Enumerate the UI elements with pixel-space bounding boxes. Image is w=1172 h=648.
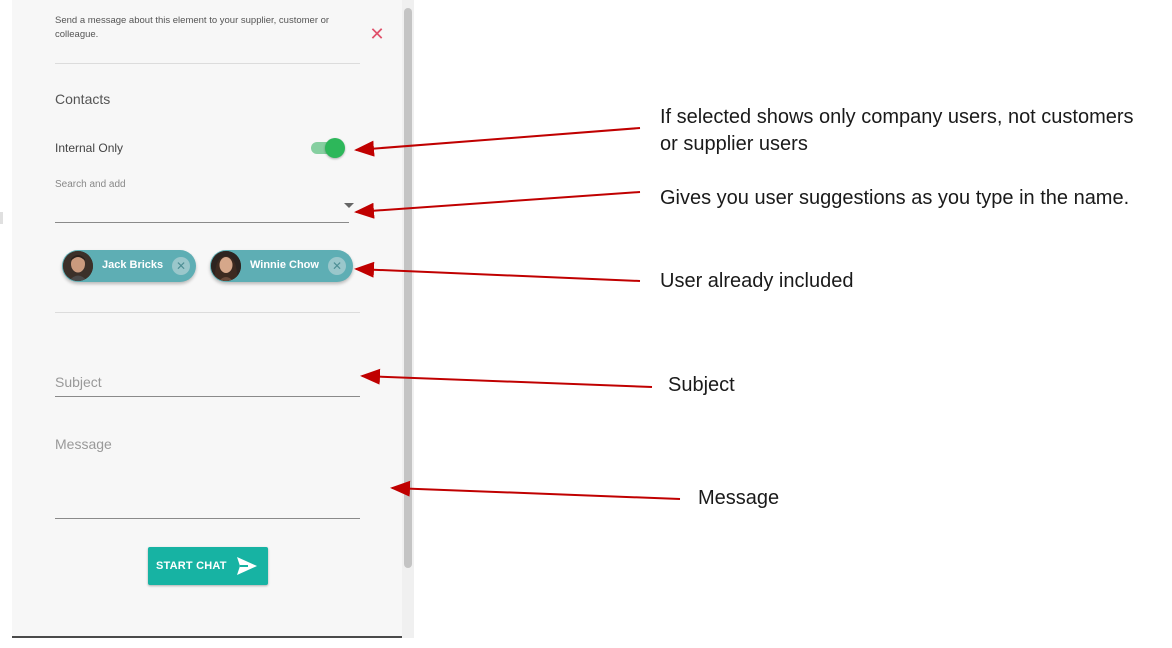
annotation-subject: Subject xyxy=(668,374,735,396)
annotation-search: Gives you user suggestions as you type i… xyxy=(660,187,1130,209)
arrow-subject xyxy=(360,368,653,388)
annotation-chips: User already included xyxy=(660,270,854,292)
annotation-arrows xyxy=(354,127,681,500)
arrow-message xyxy=(390,480,681,500)
arrow-search xyxy=(354,191,641,219)
annotation-message: Message xyxy=(698,487,780,509)
arrow-chips xyxy=(354,261,641,282)
annotation-internal-only: If selected shows only company users, no… xyxy=(660,106,1134,155)
arrow-internal-only xyxy=(354,127,641,157)
